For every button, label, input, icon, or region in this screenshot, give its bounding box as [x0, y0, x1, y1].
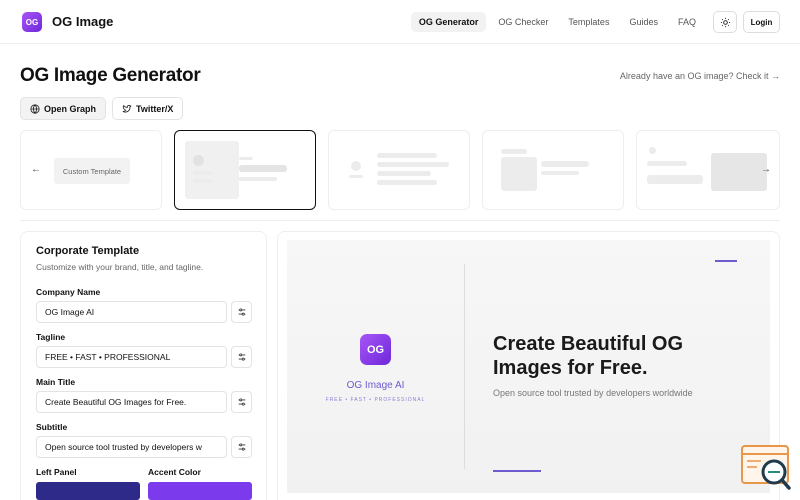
left-panel-label: Left Panel: [36, 467, 77, 477]
tagline-label: Tagline: [36, 332, 66, 342]
check-og-link[interactable]: Already have an OG image? Check it →: [620, 71, 780, 81]
main-title-label: Main Title: [36, 377, 76, 387]
template-card-5[interactable]: →: [636, 130, 780, 210]
left-panel-color-swatch[interactable]: [36, 482, 140, 500]
tab-twitter-label: Twitter/X: [136, 103, 174, 114]
subtitle-label: Subtitle: [36, 422, 68, 432]
page-title: OG Image Generator: [20, 65, 201, 86]
custom-template-label: Custom Template: [54, 158, 130, 184]
company-name-style-button[interactable]: [231, 301, 252, 323]
login-button[interactable]: Login: [743, 11, 780, 33]
preview-subtitle: Open source tool trusted by developers w…: [493, 388, 693, 398]
form-description: Customize with your brand, title, and ta…: [36, 262, 204, 272]
main-nav: OG Generator OG Checker Templates Guides…: [410, 12, 704, 32]
tab-open-graph-label: Open Graph: [44, 103, 97, 114]
og-image-preview: OG OG Image AI FREE • FAST • PROFESSIONA…: [287, 240, 770, 493]
preview-divider: [464, 264, 465, 469]
tagline-input[interactable]: FREE • FAST • PROFESSIONAL: [36, 346, 227, 368]
subtitle-input[interactable]: Open source tool trusted by developers w: [36, 436, 227, 458]
tagline-style-button[interactable]: [231, 346, 252, 368]
main-title-input[interactable]: Create Beautiful OG Images for Free.: [36, 391, 227, 413]
logo-icon[interactable]: OG: [22, 12, 42, 32]
template-carousel: ← Custom Template →: [20, 130, 780, 210]
sliders-icon: [238, 308, 245, 316]
template-card-corporate[interactable]: [174, 130, 316, 210]
nav-templates[interactable]: Templates: [560, 12, 617, 32]
sliders-icon: [238, 353, 245, 361]
theme-toggle-button[interactable]: [713, 11, 737, 33]
subtitle-style-button[interactable]: [231, 436, 252, 458]
accent-color-label: Accent Color: [148, 467, 201, 477]
preview-company-name: OG Image AI: [346, 380, 405, 391]
customize-panel: Corporate Template Customize with your b…: [20, 231, 267, 500]
next-arrow-icon[interactable]: →: [761, 164, 771, 175]
preview-accent-line-bottom: [493, 470, 541, 472]
preview-tagline: FREE • FAST • PROFESSIONAL: [325, 397, 426, 403]
format-tabs: Open Graph Twitter/X: [20, 97, 184, 120]
preview-logo-icon: OG: [360, 334, 391, 365]
sun-icon: [720, 17, 730, 27]
company-name-label: Company Name: [36, 287, 101, 297]
sliders-icon: [238, 398, 245, 406]
nav-faq[interactable]: FAQ: [670, 12, 704, 32]
brand-name[interactable]: OG Image: [52, 14, 113, 29]
preview-accent-line-top: [715, 260, 737, 262]
sliders-icon: [238, 443, 245, 451]
bird-icon: [122, 104, 132, 112]
nav-og-checker[interactable]: OG Checker: [490, 12, 556, 32]
nav-guides[interactable]: Guides: [621, 12, 666, 32]
preview-title: Create Beautiful OG Images for Free.: [493, 333, 684, 379]
template-card-custom[interactable]: ← Custom Template: [20, 130, 162, 210]
tab-twitter[interactable]: Twitter/X: [112, 97, 184, 120]
nav-og-generator[interactable]: OG Generator: [410, 12, 487, 32]
top-header: OG OG Image OG Generator OG Checker Temp…: [0, 0, 800, 44]
company-name-input[interactable]: OG Image AI: [36, 301, 227, 323]
accent-color-swatch[interactable]: [148, 482, 252, 500]
globe-icon: [30, 103, 40, 114]
main-title-style-button[interactable]: [231, 391, 252, 413]
template-card-3[interactable]: [328, 130, 470, 210]
prev-arrow-icon[interactable]: ←: [31, 164, 41, 175]
section-divider: [20, 220, 780, 221]
template-card-4[interactable]: [482, 130, 624, 210]
form-title: Corporate Template: [36, 245, 140, 257]
search-help-icon[interactable]: [741, 445, 791, 490]
tab-open-graph[interactable]: Open Graph: [20, 97, 107, 120]
